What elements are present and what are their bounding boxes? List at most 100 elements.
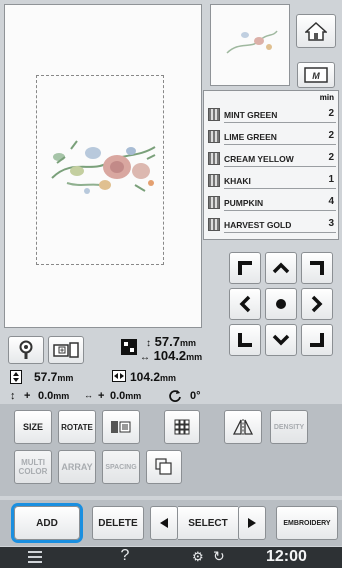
rotate-button[interactable]: ROTATE (58, 410, 96, 444)
minutes-header: min (319, 93, 334, 102)
add-label: ADD (36, 517, 58, 529)
dimension-width: 104.2mm (130, 370, 177, 384)
select-prev-button[interactable] (150, 506, 178, 540)
move-down-left-button[interactable] (229, 324, 261, 356)
corner-down-left-icon (238, 333, 252, 347)
rotate-label: ROTATE (61, 422, 93, 432)
corner-down-right-icon (310, 333, 324, 347)
delete-label: DELETE (98, 517, 138, 529)
plus-sign: + (98, 390, 105, 402)
mirror-button[interactable] (224, 410, 262, 444)
multi-color-label: MULTI (21, 458, 45, 467)
list-item[interactable]: PUMPKIN 4 (204, 193, 338, 211)
home-icon (305, 21, 327, 41)
embroidery-design-image[interactable] (47, 133, 159, 205)
chevron-left-icon (239, 295, 251, 313)
spool-icon (208, 196, 220, 209)
svg-text:M: M (312, 71, 320, 81)
svg-text:+: + (60, 348, 64, 355)
thread-color-list[interactable]: min MINT GREEN 2 LIME GREEN 2 CREAM YELL… (203, 90, 339, 240)
magnify-icon (19, 340, 33, 359)
embroidery-edit-screen: M min MINT GREEN 2 LIME GREEN 2 CREAM YE… (0, 0, 342, 568)
chevron-up-icon (272, 262, 290, 274)
list-item[interactable]: CREAM YELLOW 2 (204, 149, 338, 167)
move-up-right-button[interactable] (301, 252, 333, 284)
move-up-left-button[interactable] (229, 252, 261, 284)
design-preview (210, 4, 290, 86)
plus-sign: + (24, 390, 31, 402)
move-down-button[interactable] (265, 324, 297, 356)
settings-icon[interactable]: ⚙ (192, 549, 204, 565)
triangle-left-icon (160, 518, 168, 528)
spool-icon (208, 218, 220, 231)
embroidery-button[interactable]: EMBROIDERY (276, 506, 338, 540)
refresh-icon[interactable]: ↻ (213, 548, 225, 565)
mirror-embroidery-button[interactable] (102, 410, 140, 444)
group-button[interactable] (146, 450, 182, 484)
border-edit-icon (111, 421, 131, 433)
spool-icon (208, 152, 220, 165)
move-right-button[interactable] (301, 288, 333, 320)
position-x: 0.0mm (110, 390, 142, 402)
frame-display-button[interactable]: M (297, 62, 335, 88)
group-icon (155, 458, 172, 475)
select-next-button[interactable] (238, 506, 266, 540)
array-button[interactable]: ARRAY (58, 450, 96, 484)
list-item[interactable]: HARVEST GOLD 3 (204, 215, 338, 233)
help-button[interactable]: ? (110, 547, 140, 565)
move-down-right-button[interactable] (301, 324, 333, 356)
width-arrow-icon (112, 370, 126, 382)
mirror-icon (232, 419, 254, 435)
corner-up-left-icon (238, 261, 252, 275)
horizontal-offset-icon: ↔ (84, 390, 93, 400)
chevron-right-icon (311, 295, 323, 313)
hoop-frame-icon: M (304, 67, 328, 83)
vertical-offset-icon: ↕ (10, 390, 16, 402)
list-item[interactable]: MINT GREEN 2 (204, 105, 338, 123)
frame-check-icon: + (53, 342, 79, 358)
preview-image (226, 30, 278, 54)
spool-icon (208, 108, 220, 121)
array-grid-button[interactable] (164, 410, 200, 444)
embroidery-label: EMBROIDERY (283, 519, 331, 527)
height-arrow-icon (10, 370, 22, 384)
triangle-right-icon (248, 518, 256, 528)
position-y: 0.0mm (38, 390, 70, 402)
chevron-down-icon (272, 334, 290, 346)
spacing-button[interactable]: SPACING (102, 450, 140, 484)
status-bar: ? ⚙ ↻ 12:00 (0, 547, 342, 568)
multi-color-button[interactable]: MULTI COLOR (14, 450, 52, 484)
corner-up-right-icon (310, 261, 324, 275)
move-up-button[interactable] (265, 252, 297, 284)
delete-button[interactable]: DELETE (92, 506, 144, 540)
list-item[interactable]: LIME GREEN 2 (204, 127, 338, 145)
size-label: SIZE (22, 422, 43, 432)
size-button[interactable]: SIZE (14, 410, 52, 444)
spool-icon (208, 174, 220, 187)
density-label: DENSITY (273, 423, 305, 431)
select-label: SELECT (178, 506, 238, 540)
frame-check-button[interactable]: + (48, 336, 84, 364)
density-button[interactable]: DENSITY (270, 410, 308, 444)
center-button[interactable] (265, 288, 297, 320)
move-left-button[interactable] (229, 288, 261, 320)
rotate-angle-icon (169, 390, 181, 402)
clock-time: 12:00 (266, 548, 307, 565)
rotation-angle: 0° (190, 390, 201, 402)
size-indicator-icon (121, 339, 137, 355)
design-canvas[interactable] (4, 4, 202, 328)
design-height: ↔ 104.2mm (140, 348, 203, 363)
menu-icon[interactable] (28, 551, 42, 563)
grid-icon (174, 419, 190, 435)
center-dot-icon (276, 299, 286, 309)
spool-icon (208, 130, 220, 143)
design-width: ↕ 57.7mm (146, 334, 196, 349)
dimension-height: 57.7mm (34, 370, 74, 384)
array-label: ARRAY (61, 462, 93, 472)
home-button[interactable] (296, 14, 336, 48)
add-button[interactable]: ADD (14, 506, 80, 540)
spacing-label: SPACING (105, 463, 137, 471)
magnify-button[interactable] (8, 336, 44, 364)
multi-color-label: COLOR (18, 467, 48, 476)
list-item[interactable]: KHAKI 1 (204, 171, 338, 189)
